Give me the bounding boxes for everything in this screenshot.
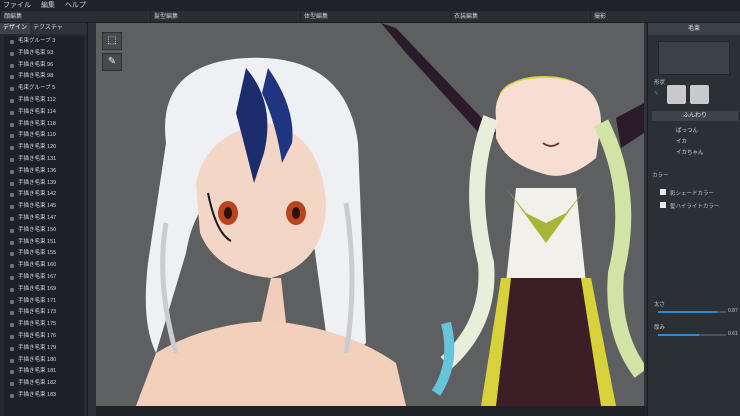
hair-strand-item[interactable]: 手描き毛束 150 xyxy=(4,225,84,237)
shape-option-1[interactable] xyxy=(667,85,686,104)
layer-label: 厚み xyxy=(654,325,666,331)
panel-tabs: デザイン テクスチャ xyxy=(0,23,87,34)
menu-file[interactable]: ファイル xyxy=(3,2,31,9)
mode-tabs: 顔編集 髪型編集 体型編集 衣装編集 撮影 xyxy=(0,11,740,23)
shape-label: 形状 xyxy=(654,80,666,86)
character-render xyxy=(136,23,644,406)
fuwari-button[interactable]: ふんわり xyxy=(652,111,738,121)
strand-preview xyxy=(658,41,730,75)
pen-icon: ✎ xyxy=(107,56,117,67)
color-label: カラー xyxy=(652,173,669,179)
hair-strand-item[interactable]: 手描き毛束 93 xyxy=(4,48,84,60)
layer-slider-fill xyxy=(658,334,700,336)
thickness-slider-fill xyxy=(658,311,718,313)
panel-title: 毛束 xyxy=(648,23,740,35)
hair-strand-item[interactable]: 毛束グループ 5 xyxy=(4,83,84,95)
thickness-slider[interactable] xyxy=(658,311,726,313)
option-ika-chan[interactable]: イカちゃん xyxy=(676,148,704,156)
hair-strand-item[interactable]: 手描き毛束 175 xyxy=(4,319,84,331)
highlight-color-label: 髪ハイライトカラー xyxy=(670,204,720,210)
tab-outfit[interactable]: 衣装編集 xyxy=(450,11,590,23)
pen-tool-button[interactable]: ✎ xyxy=(102,53,122,71)
hair-strand-item[interactable]: 手描き毛束 173 xyxy=(4,307,84,319)
hair-strand-item[interactable]: 手描き毛束 160 xyxy=(4,260,84,272)
hair-strand-item[interactable]: 手描き毛束 139 xyxy=(4,178,84,190)
select-icon: ⬚ xyxy=(107,35,117,46)
hair-strand-item[interactable]: 手描き毛束 181 xyxy=(4,366,84,378)
hair-property-panel: 毛束 形状 ✎ ふんわり ぱっつん イカ イカちゃん カラー 影シェードカラー … xyxy=(647,23,740,416)
hair-strand-item[interactable]: 手描き毛束 183 xyxy=(4,390,84,402)
hair-strand-item[interactable]: 手描き毛束 167 xyxy=(4,272,84,284)
app-window: ファイル 編集 ヘルプ 顔編集 髪型編集 体型編集 衣装編集 撮影 デザイン テ… xyxy=(0,0,740,416)
yellow-outfit-character xyxy=(381,23,644,406)
shape-option-2[interactable] xyxy=(690,85,709,104)
tab-photo[interactable]: 撮影 xyxy=(590,11,740,23)
hair-strand-item[interactable]: 手描き毛束 136 xyxy=(4,166,84,178)
highlight-color-swatch[interactable] xyxy=(660,202,666,208)
3d-viewport[interactable]: ⬚ ✎ xyxy=(96,23,644,406)
hair-strand-item[interactable]: 手描き毛束 142 xyxy=(4,189,84,201)
menu-edit[interactable]: 編集 xyxy=(41,2,55,9)
hair-strand-item[interactable]: 手描き毛束 114 xyxy=(4,107,84,119)
tab-body[interactable]: 体型編集 xyxy=(300,11,450,23)
option-pattsun[interactable]: ぱっつん xyxy=(676,126,698,134)
select-tool-button[interactable]: ⬚ xyxy=(102,32,122,50)
hair-strand-item[interactable]: 手描き毛束 180 xyxy=(4,355,84,367)
hair-part-panel: デザイン テクスチャ 毛束グループ 3 手描き毛束 93 手描き毛束 96 手描き毛束… xyxy=(0,23,88,416)
hair-strand-item[interactable]: 手描き毛束 155 xyxy=(4,248,84,260)
hair-strand-item[interactable]: 手描き毛束 131 xyxy=(4,154,84,166)
hair-strand-item[interactable]: 手描き毛束 119 xyxy=(4,130,84,142)
hair-strand-item[interactable]: 手描き毛束 120 xyxy=(4,142,84,154)
hair-strand-item[interactable]: 手描き毛束 98 xyxy=(4,71,84,83)
hair-strand-item[interactable]: 手描き毛束 182 xyxy=(4,378,84,390)
hair-strand-item[interactable]: 毛束グループ 3 xyxy=(4,36,84,48)
hair-strand-item[interactable]: 手描き毛束 151 xyxy=(4,237,84,249)
layer-slider[interactable] xyxy=(658,334,726,336)
thickness-value: 0.87 xyxy=(728,308,738,314)
menu-help[interactable]: ヘルプ xyxy=(65,2,86,9)
hair-strand-item[interactable]: 手描き毛束 169 xyxy=(4,284,84,296)
tab-design[interactable]: デザイン xyxy=(0,23,31,34)
hair-strand-item[interactable]: 手描き毛束 112 xyxy=(4,95,84,107)
hair-strand-list[interactable]: 毛束グループ 3 手描き毛束 93 手描き毛束 96 手描き毛束 98 毛束グループ 5… xyxy=(4,36,84,416)
tab-face[interactable]: 顔編集 xyxy=(0,11,150,23)
hair-strand-item[interactable]: 手描き毛束 96 xyxy=(4,60,84,72)
option-ika[interactable]: イカ xyxy=(676,137,687,145)
shade-color-swatch[interactable] xyxy=(660,189,666,195)
hair-strand-item[interactable]: 手描き毛束 118 xyxy=(4,119,84,131)
hair-strand-item[interactable]: 手描き毛束 171 xyxy=(4,296,84,308)
edit-icon[interactable]: ✎ xyxy=(654,91,659,97)
hair-strand-item[interactable]: 手描き毛束 179 xyxy=(4,343,84,355)
menu-bar: ファイル 編集 ヘルプ xyxy=(0,0,740,11)
silver-hair-character xyxy=(136,57,406,406)
shade-color-label: 影シェードカラー xyxy=(670,191,715,197)
hair-strand-item[interactable]: 手描き毛束 147 xyxy=(4,213,84,225)
layer-value: 0.61 xyxy=(728,331,738,337)
tab-texture[interactable]: テクスチャ xyxy=(30,23,66,34)
tab-hair[interactable]: 髪型編集 xyxy=(150,11,300,23)
hair-strand-item[interactable]: 手描き毛束 145 xyxy=(4,201,84,213)
status-bar xyxy=(96,406,647,416)
thickness-label: 太さ xyxy=(654,302,666,308)
hair-strand-item[interactable]: 手描き毛束 176 xyxy=(4,331,84,343)
